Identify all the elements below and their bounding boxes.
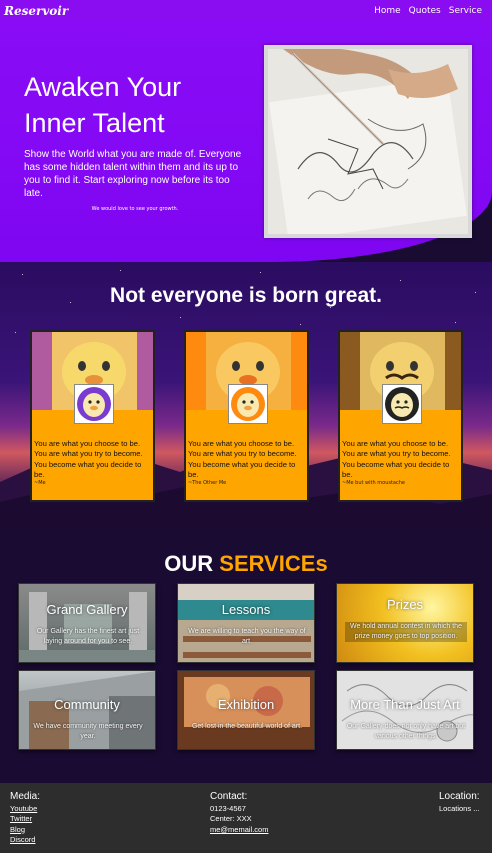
footer-location-value: Locations ...	[439, 804, 480, 813]
quote-card: You are what you choose to be. You are w…	[338, 330, 463, 502]
duck-avatar-icon	[74, 384, 114, 424]
services-title: OUR SERVICEs	[0, 551, 492, 577]
service-card-exhibition[interactable]: Exhibition Get lost in the beautiful wor…	[177, 670, 315, 750]
service-label: More Than Just Art	[350, 697, 460, 712]
service-description: We hold annual contest in which the priz…	[345, 622, 467, 642]
footer-link-blog[interactable]: Blog	[10, 825, 40, 835]
services-title-prefix: OUR	[164, 551, 214, 576]
footer-media: Media: Youtube Twitter Blog Discord	[10, 791, 40, 846]
footer-center: Center: XXX	[210, 814, 252, 824]
service-label: Exhibition	[217, 697, 275, 712]
nav-link-service[interactable]: Service	[449, 6, 482, 16]
footer-email-link[interactable]: me@memail.com	[210, 825, 268, 835]
footer-link-twitter[interactable]: Twitter	[10, 814, 40, 824]
nav-link-home[interactable]: Home	[374, 6, 401, 16]
quotes-title: Not everyone is born great.	[110, 284, 382, 307]
service-description: We have community meeting every year.	[33, 723, 143, 740]
services-section: OUR SERVICEs Grand Gallery Our Gallery h…	[0, 527, 492, 783]
footer-contact-heading: Contact:	[210, 791, 248, 802]
hero-note: We would love to see your growth.	[91, 206, 179, 212]
quote-author: ~Me	[34, 480, 46, 486]
quote-text: You are what you choose to be. You are w…	[342, 439, 451, 480]
duck-avatar-icon	[382, 384, 422, 424]
quote-author: ~Me but with moustache	[342, 480, 405, 486]
service-card-more-than-just-art[interactable]: More Than Just Art Our Gallery does not …	[336, 670, 474, 750]
hero-subtitle: Show the World what you are made of. Eve…	[24, 149, 242, 199]
quote-text: You are what you choose to be. You are w…	[188, 439, 297, 480]
top-navbar: Reservoir Home Quotes Service	[0, 0, 492, 22]
quote-author: ~The Other Me	[188, 480, 227, 486]
footer-phone: 0123-4567	[210, 804, 246, 813]
service-label: Lessons	[221, 602, 271, 617]
footer: Media: Youtube Twitter Blog Discord Cont…	[0, 783, 492, 853]
footer-link-youtube[interactable]: Youtube	[10, 804, 40, 814]
duck-avatar-icon	[228, 384, 268, 424]
service-card-lessons[interactable]: Lessons We are willing to teach you the …	[177, 583, 315, 663]
hero-drawing-photo	[264, 45, 472, 238]
service-card-grand-gallery[interactable]: Grand Gallery Our Gallery has the finest…	[18, 583, 156, 663]
hero-title: Awaken Your Inner Talent	[24, 72, 182, 138]
hero-section: Awaken Your Inner Talent Show the World …	[0, 22, 492, 262]
service-label: Community	[54, 697, 120, 712]
footer-location-heading: Location:	[439, 791, 480, 802]
quote-text: You are what you choose to be. You are w…	[34, 439, 143, 480]
service-card-community[interactable]: Community We have community meeting ever…	[18, 670, 156, 750]
nav-links: Home Quotes Service	[374, 6, 482, 16]
quote-card: You are what you choose to be. You are w…	[184, 330, 309, 502]
service-description: Get lost in the beautiful world of art.	[191, 723, 303, 730]
footer-location: Location: Locations ...	[439, 791, 480, 814]
quote-card: You are what you choose to be. You are w…	[30, 330, 155, 502]
service-label: Grand Gallery	[46, 602, 128, 617]
service-label: Prizes	[386, 597, 424, 612]
brand-logo[interactable]: Reservoir	[4, 4, 68, 18]
quotes-section: Not everyone is born great. You are what…	[0, 262, 492, 527]
service-description: Our Gallery has the finest art just layi…	[36, 628, 140, 645]
service-description: We are willing to teach you the way of a…	[188, 628, 306, 645]
service-card-prizes[interactable]: Prizes We hold annual contest in which t…	[336, 583, 474, 663]
footer-link-discord[interactable]: Discord	[10, 835, 40, 845]
services-title-highlight: SERVICEs	[219, 551, 328, 576]
service-description: Our Gallery does not only have art but v…	[346, 723, 466, 740]
nav-link-quotes[interactable]: Quotes	[409, 6, 441, 16]
footer-contact: Contact: 0123-4567 Center: XXX me@memail…	[210, 791, 268, 835]
footer-media-heading: Media:	[10, 791, 41, 802]
